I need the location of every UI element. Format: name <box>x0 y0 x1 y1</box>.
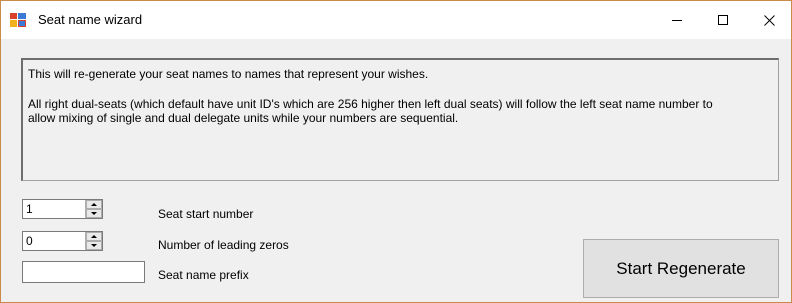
stepper-down-button[interactable] <box>86 209 102 218</box>
title-bar[interactable]: Seat name wizard <box>1 1 791 39</box>
minimize-icon <box>672 20 682 21</box>
start-regenerate-button[interactable]: Start Regenerate <box>583 239 779 298</box>
leading-zeros-value[interactable]: 0 <box>26 234 33 248</box>
stepper-down-button[interactable] <box>86 241 102 250</box>
stepper-buttons <box>85 200 102 218</box>
info-text-line: All right dual-seats (which default have… <box>28 97 713 111</box>
close-button[interactable] <box>746 1 792 39</box>
seat-start-number-label: Seat start number <box>158 207 254 221</box>
stepper-buttons <box>85 232 102 250</box>
chevron-down-icon <box>91 244 97 247</box>
leading-zeros-stepper[interactable]: 0 <box>22 231 103 251</box>
chevron-down-icon <box>91 212 97 215</box>
chevron-up-icon <box>91 235 97 238</box>
seat-name-prefix-input[interactable] <box>22 261 145 283</box>
info-text-line: allow mixing of single and dual delegate… <box>28 111 459 125</box>
wizard-window: Seat name wizard This will re-generate y… <box>0 0 792 303</box>
app-icon <box>10 13 26 27</box>
leading-zeros-label: Number of leading zeros <box>158 238 289 252</box>
seat-start-number-stepper[interactable]: 1 <box>22 199 103 219</box>
maximize-icon <box>718 15 728 25</box>
maximize-button[interactable] <box>700 1 746 39</box>
info-text-line: This will re-generate your seat names to… <box>28 67 429 81</box>
window-title: Seat name wizard <box>38 12 143 27</box>
close-icon <box>763 14 775 26</box>
chevron-up-icon <box>91 203 97 206</box>
seat-name-prefix-label: Seat name prefix <box>158 268 249 282</box>
seat-start-number-value[interactable]: 1 <box>26 202 33 216</box>
info-textbox[interactable]: This will re-generate your seat names to… <box>21 58 779 181</box>
stepper-up-button[interactable] <box>86 232 102 241</box>
minimize-button[interactable] <box>654 1 700 39</box>
stepper-up-button[interactable] <box>86 200 102 209</box>
